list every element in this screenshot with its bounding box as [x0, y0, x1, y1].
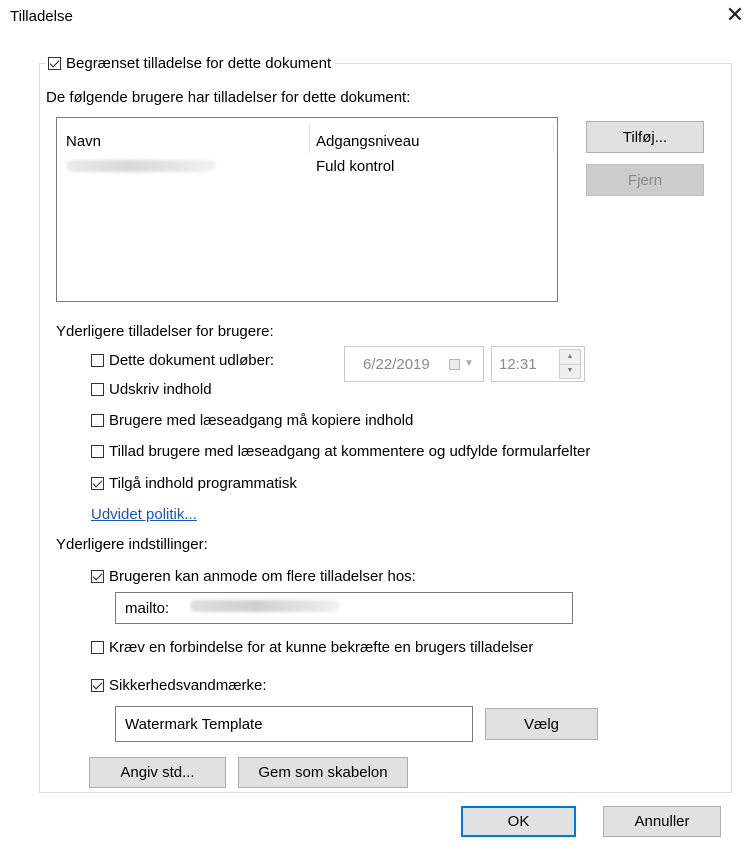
copy-row[interactable]: Brugere med læseadgang må kopiere indhol…	[91, 409, 413, 431]
dialog-title: Tilladelse	[10, 8, 73, 25]
request-email-value: mailto:	[125, 599, 170, 617]
print-label: Udskriv indhold	[109, 380, 212, 398]
email-redacted	[190, 600, 340, 612]
watermark-label: Sikkerhedsvandmærke:	[109, 676, 267, 694]
comment-label: Tillad brugere med læseadgang at komment…	[109, 442, 591, 460]
ok-button[interactable]: OK	[461, 806, 576, 837]
additional-permissions-heading: Yderligere tilladelser for brugere:	[56, 323, 274, 340]
chevron-down-icon: ▼	[464, 358, 474, 369]
add-user-button[interactable]: Tilføj...	[586, 121, 704, 153]
watermark-checkbox[interactable]	[91, 678, 104, 692]
expires-label: Dette dokument udløber:	[109, 351, 275, 369]
user-access-level: Fuld kontrol	[316, 158, 395, 175]
column-header-access[interactable]: Adgangsniveau	[316, 133, 419, 150]
spin-down-icon[interactable]: ▼	[560, 364, 580, 378]
copy-checkbox[interactable]	[91, 413, 104, 427]
expiry-date-picker[interactable]: 6/22/2019 ▼	[344, 346, 484, 382]
expiry-time-picker[interactable]: 12:31 ▲ ▼	[491, 346, 585, 382]
watermark-field[interactable]: Watermark Template	[115, 706, 473, 742]
watermark-value: Watermark Template	[125, 715, 263, 733]
request-checkbox[interactable]	[91, 569, 104, 583]
cancel-button[interactable]: Annuller	[603, 806, 721, 837]
calendar-icon	[449, 359, 460, 370]
comment-checkbox[interactable]	[91, 444, 104, 458]
column-separator	[553, 123, 554, 153]
connection-label: Kræv en forbindelse for at kunne bekræft…	[109, 638, 534, 656]
copy-label: Brugere med læseadgang må kopiere indhol…	[109, 411, 414, 429]
column-header-name[interactable]: Navn	[66, 133, 101, 150]
user-name-redacted	[66, 160, 216, 172]
request-email-field[interactable]: mailto:	[115, 592, 573, 624]
expiry-date-value: 6/22/2019	[363, 356, 430, 373]
remove-user-button[interactable]: Fjern	[586, 164, 704, 196]
request-row[interactable]: Brugeren kan anmode om flere tilladelser…	[91, 565, 416, 587]
expires-checkbox[interactable]	[91, 353, 104, 367]
extended-policy-link[interactable]: Udvidet politik...	[91, 506, 197, 523]
spin-up-icon[interactable]: ▲	[560, 350, 580, 365]
users-heading: De følgende brugere har tilladelser for …	[46, 89, 411, 106]
request-label: Brugeren kan anmode om flere tilladelser…	[109, 567, 416, 585]
additional-settings-heading: Yderligere indstillinger:	[56, 536, 208, 553]
programmatic-checkbox[interactable]	[91, 476, 104, 490]
choose-watermark-button[interactable]: Vælg	[485, 708, 598, 740]
watermark-row[interactable]: Sikkerhedsvandmærke:	[91, 674, 267, 696]
programmatic-label: Tilgå indhold programmatisk	[109, 474, 297, 492]
time-spinner[interactable]: ▲ ▼	[559, 349, 581, 379]
restrict-permission-label: Begrænset tilladelse for dette dokument	[66, 54, 332, 72]
print-row[interactable]: Udskriv indhold	[91, 378, 212, 400]
set-default-button[interactable]: Angiv std...	[89, 757, 226, 788]
restrict-permission-checkbox-row[interactable]: Begrænset tilladelse for dette dokument	[46, 52, 336, 74]
print-checkbox[interactable]	[91, 382, 104, 396]
save-as-template-button[interactable]: Gem som skabelon	[238, 757, 408, 788]
close-icon[interactable]: ✕	[722, 2, 748, 28]
users-listbox[interactable]	[56, 117, 558, 302]
programmatic-row[interactable]: Tilgå indhold programmatisk	[91, 472, 297, 494]
expires-row[interactable]: Dette dokument udløber:	[91, 349, 274, 371]
expiry-time-value: 12:31	[499, 356, 537, 373]
comment-row[interactable]: Tillad brugere med læseadgang at komment…	[91, 440, 590, 462]
column-separator	[309, 123, 310, 153]
restrict-permission-checkbox[interactable]	[48, 56, 61, 70]
connection-row[interactable]: Kræv en forbindelse for at kunne bekræft…	[91, 636, 533, 658]
connection-checkbox[interactable]	[91, 640, 104, 654]
